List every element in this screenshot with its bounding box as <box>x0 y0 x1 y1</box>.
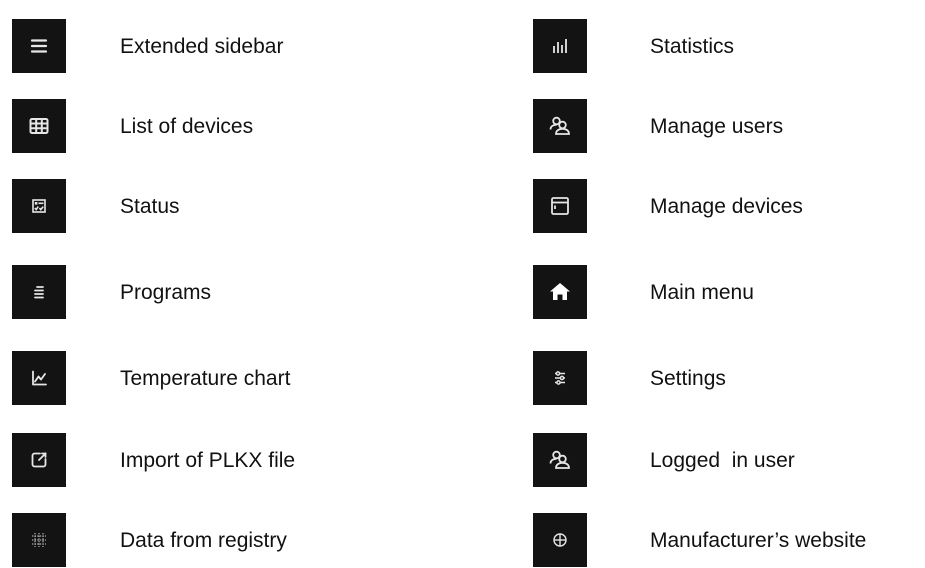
legend-item-temperature-chart: Temperature chart <box>12 350 452 406</box>
legend-item-programs: Programs <box>12 264 452 320</box>
legend-item-statistics: Statistics <box>533 18 925 74</box>
legend-label: Programs <box>120 280 212 304</box>
legend-label: Settings <box>650 366 726 390</box>
users-icon <box>533 99 587 153</box>
line-chart-icon <box>12 351 66 405</box>
left-column: Extended sidebar List of devices Status … <box>12 0 452 568</box>
legend-label: Extended sidebar <box>120 34 284 58</box>
legend-label: Main menu <box>650 280 754 304</box>
globe-icon <box>533 513 587 567</box>
legend-label: Temperature chart <box>120 366 291 390</box>
registry-grid-icon <box>12 513 66 567</box>
icon-legend: Extended sidebar List of devices Status … <box>0 0 925 568</box>
home-icon <box>533 265 587 319</box>
legend-item-manage-users: Manage users <box>533 98 925 154</box>
legend-item-manufacturer-website: Manufacturer’s website <box>533 512 925 568</box>
import-edit-icon <box>12 433 66 487</box>
hamburger-menu-icon <box>12 19 66 73</box>
status-checklist-icon <box>12 179 66 233</box>
users-icon <box>533 433 587 487</box>
legend-item-logged-in-user: Logged in user <box>533 432 925 488</box>
text-lines-icon <box>12 265 66 319</box>
legend-label: Manufacturer’s website <box>650 528 867 552</box>
legend-item-import-plkx: Import of PLKX file <box>12 432 452 488</box>
sliders-icon <box>533 351 587 405</box>
legend-item-settings: Settings <box>533 350 925 406</box>
legend-item-list-of-devices: List of devices <box>12 98 452 154</box>
legend-label: Logged in user <box>650 448 795 472</box>
device-window-icon <box>533 179 587 233</box>
legend-item-manage-devices: Manage devices <box>533 178 925 234</box>
legend-label: Manage devices <box>650 194 803 218</box>
legend-item-status: Status <box>12 178 452 234</box>
right-column: Statistics Manage users Manage devices M… <box>533 0 925 568</box>
legend-label: Statistics <box>650 34 735 58</box>
legend-item-data-from-registry: Data from registry <box>12 512 452 568</box>
legend-label: Manage users <box>650 114 784 138</box>
legend-label: List of devices <box>120 114 254 138</box>
legend-label: Data from registry <box>120 528 287 552</box>
legend-item-main-menu: Main menu <box>533 264 925 320</box>
legend-item-extended-sidebar: Extended sidebar <box>12 18 452 74</box>
legend-label: Import of PLKX file <box>120 448 296 472</box>
bar-stats-icon <box>533 19 587 73</box>
table-grid-icon <box>12 99 66 153</box>
legend-label: Status <box>120 194 180 218</box>
